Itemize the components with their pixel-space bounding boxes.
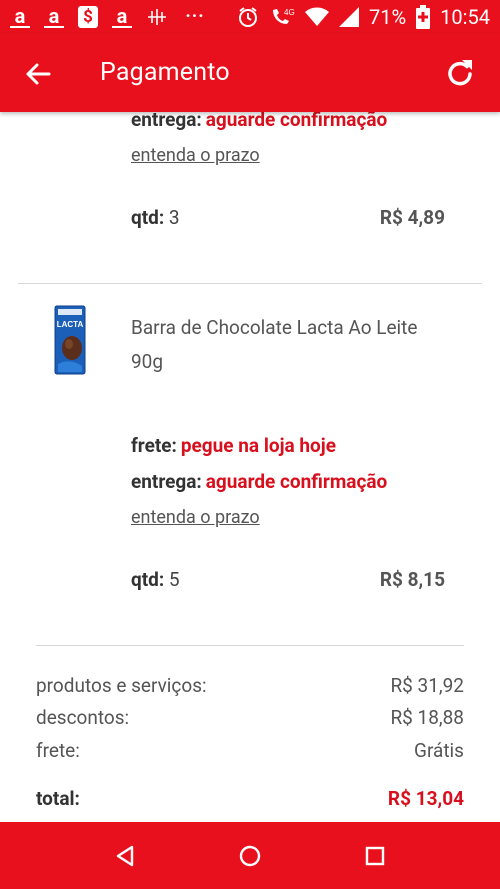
- quantity-value: 5: [168, 568, 180, 591]
- delivery-label: entrega:: [131, 112, 202, 131]
- notification-app-icon: a: [10, 6, 30, 28]
- subtotal-label: produtos e serviços:: [36, 674, 207, 697]
- refresh-icon: [448, 60, 472, 86]
- product-brand-text: LACTA: [57, 320, 84, 329]
- discounts-value: R$ 18,88: [390, 706, 464, 729]
- quantity-label: qtd:: [131, 568, 165, 591]
- square-recents-icon: [365, 846, 385, 866]
- dollar-notification-icon: $: [78, 6, 98, 28]
- quantity: qtd: 3: [131, 206, 180, 229]
- delivery-line: entrega: aguarde confirmação: [131, 112, 387, 131]
- product-name: Barra de Chocolate Lacta Ao Leite 90g: [131, 316, 418, 373]
- total-label: total:: [36, 787, 80, 810]
- product-image: LACTA: [52, 304, 88, 376]
- network-type-label: 4G: [284, 8, 295, 17]
- delivery-time-link[interactable]: entenda o prazo: [131, 145, 260, 166]
- shipping-summary-value: Grátis: [414, 739, 464, 762]
- shipping-line: frete: pegue na loja hoje: [131, 434, 336, 457]
- item-divider: [18, 283, 482, 284]
- delivery-label: entrega:: [131, 470, 202, 493]
- item-price: R$ 4,89: [379, 206, 445, 229]
- battery-charging-icon: [416, 5, 431, 29]
- subtotal-row: produtos e serviços: R$ 31,92: [36, 674, 464, 697]
- nav-recents-button[interactable]: [361, 842, 389, 870]
- arrow-left-icon: [26, 63, 51, 85]
- back-button[interactable]: [20, 56, 56, 92]
- quantity-value: 3: [168, 206, 180, 229]
- delivery-value: aguarde confirmação: [205, 470, 388, 493]
- nav-home-button[interactable]: [236, 842, 264, 870]
- item-price: R$ 8,15: [379, 568, 445, 591]
- circle-home-icon: [239, 845, 261, 867]
- system-nav-bar: [0, 822, 500, 889]
- total-row: total: R$ 13,04: [36, 787, 464, 810]
- shipping-label: frete:: [131, 434, 177, 457]
- wifi-calling-icon: 4G: [269, 6, 295, 28]
- status-bar: a a $ a ··· 4G 71% 10:54: [0, 0, 500, 34]
- nav-back-button[interactable]: [111, 842, 139, 870]
- quantity: qtd: 5: [131, 568, 180, 591]
- delivery-line: entrega: aguarde confirmação: [131, 470, 387, 493]
- shipping-value: pegue na loja hoje: [180, 434, 336, 457]
- refresh-button[interactable]: [440, 55, 480, 93]
- signal-icon: [339, 7, 360, 27]
- page-title: Pagamento: [100, 58, 230, 87]
- total-value: R$ 13,04: [387, 787, 464, 810]
- quantity-label: qtd:: [131, 206, 165, 229]
- triangle-back-icon: [116, 845, 134, 867]
- subtotal-value: R$ 31,92: [390, 674, 464, 697]
- summary-divider: [36, 645, 464, 646]
- delivery-time-link[interactable]: entenda o prazo: [131, 507, 260, 528]
- notification-app-icon: a: [44, 6, 64, 28]
- order-content[interactable]: entrega: aguarde confirmação entenda o p…: [0, 112, 500, 822]
- shipping-summary-label: frete:: [36, 739, 80, 762]
- nfc-icon: [146, 7, 168, 27]
- battery-percent: 71%: [369, 5, 407, 29]
- discounts-row: descontos: R$ 18,88: [36, 706, 464, 729]
- app-bar: Pagamento: [0, 34, 500, 112]
- delivery-value: aguarde confirmação: [205, 112, 388, 131]
- notification-app-icon: a: [112, 6, 132, 28]
- clock: 10:54: [440, 5, 490, 29]
- wifi-icon: [305, 7, 330, 27]
- discounts-label: descontos:: [36, 706, 130, 729]
- shipping-row: frete: Grátis: [36, 739, 464, 762]
- alarm-icon: [237, 6, 259, 28]
- more-notifications-icon: ···: [185, 6, 205, 27]
